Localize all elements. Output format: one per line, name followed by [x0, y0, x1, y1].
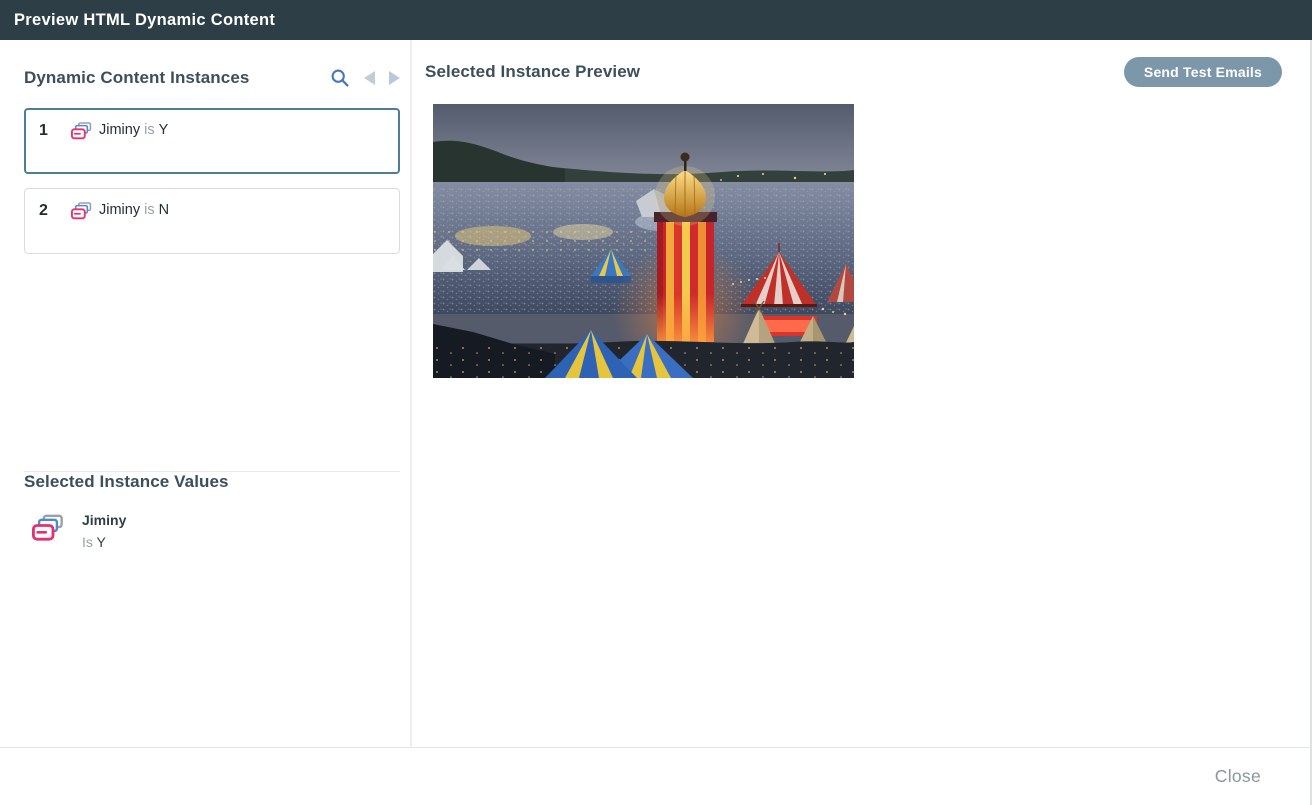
instance-operator: is	[144, 201, 154, 220]
previous-instance-icon[interactable]	[364, 71, 375, 85]
dialog-title: Preview HTML Dynamic Content	[14, 11, 275, 30]
dialog-footer: Close	[0, 747, 1310, 805]
instances-toolbar	[330, 68, 400, 88]
next-instance-icon[interactable]	[389, 71, 400, 85]
instance-value: N	[159, 201, 169, 220]
values-value: Y	[97, 534, 106, 550]
close-button[interactable]: Close	[1213, 762, 1263, 791]
instance-number: 2	[39, 201, 71, 220]
instances-panel-title: Dynamic Content Instances	[24, 68, 249, 88]
instance-field: Jiminy	[99, 121, 140, 140]
dialog-titlebar: Preview HTML Dynamic Content	[0, 0, 1312, 40]
dynamic-content-cards-icon	[71, 122, 92, 140]
selected-instance-values: Jiminy Is Y	[32, 512, 398, 551]
values-field: Jiminy	[82, 512, 126, 529]
preview-dynamic-content-dialog: Preview HTML Dynamic Content Dynamic Con…	[0, 0, 1312, 805]
instance-value: Y	[159, 121, 169, 140]
instance-card-2[interactable]: 2 Jiminy is N	[24, 188, 400, 254]
preview-image	[433, 104, 854, 378]
send-test-emails-button[interactable]: Send Test Emails	[1124, 57, 1282, 87]
instance-number: 1	[39, 121, 71, 140]
instance-operator: is	[144, 121, 154, 140]
preview-panel-title: Selected Instance Preview	[425, 62, 640, 82]
instances-panel: Dynamic Content Instances 1 Jim	[0, 40, 412, 747]
values-operator: Is	[82, 534, 93, 550]
dialog-body: Dynamic Content Instances 1 Jim	[0, 40, 1312, 805]
values-section-title: Selected Instance Values	[24, 472, 398, 492]
dynamic-content-cards-icon	[71, 202, 92, 220]
search-icon[interactable]	[330, 68, 350, 88]
instance-field: Jiminy	[99, 201, 140, 220]
dynamic-content-cards-icon	[32, 514, 64, 542]
instance-card-1[interactable]: 1 Jiminy is Y	[24, 108, 400, 174]
preview-panel: Selected Instance Preview Send Test Emai…	[412, 40, 1310, 747]
